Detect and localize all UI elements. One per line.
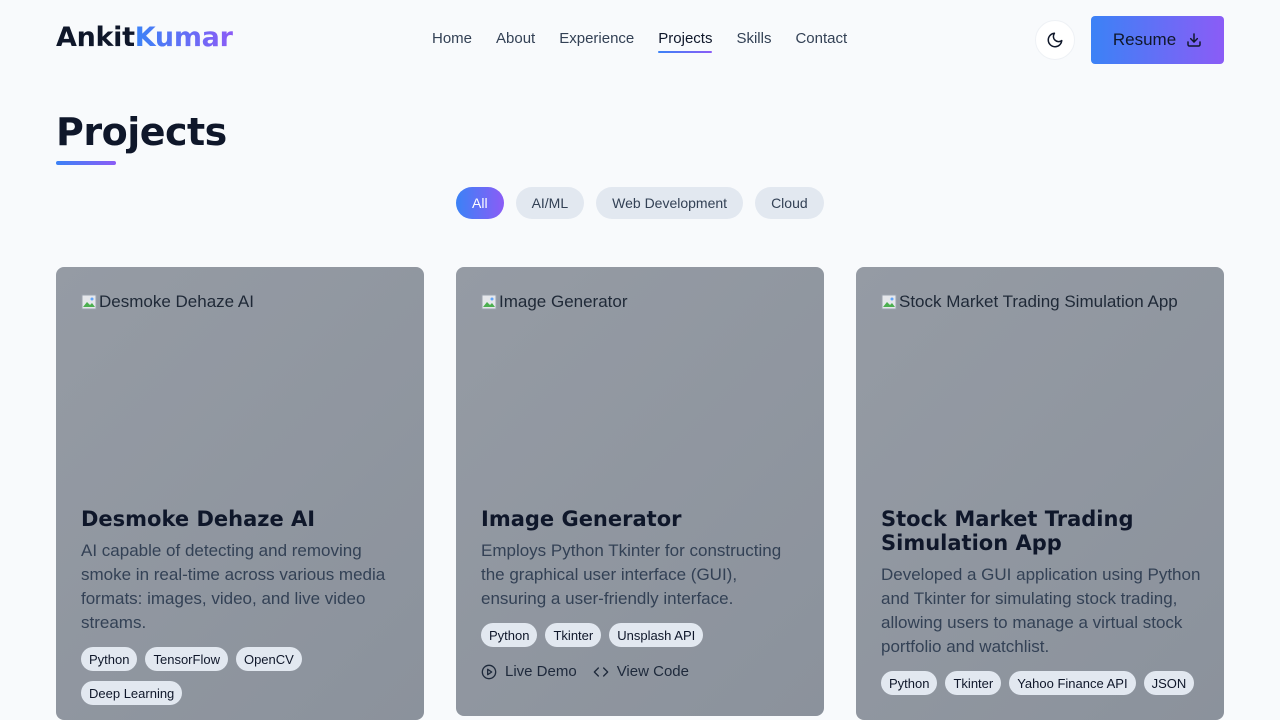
main-nav: Home About Experience Projects Skills Co… bbox=[432, 30, 847, 53]
project-tags: Python TensorFlow OpenCV Deep Learning bbox=[81, 647, 403, 705]
nav-projects[interactable]: Projects bbox=[658, 30, 713, 53]
site-header: AnkitKumar Home About Experience Project… bbox=[0, 0, 1280, 80]
download-icon bbox=[1187, 33, 1201, 47]
tech-tag: JSON bbox=[1143, 671, 1195, 695]
theme-toggle-button[interactable] bbox=[1035, 20, 1075, 60]
project-card[interactable]: Image Generator Image Generator Employs … bbox=[456, 267, 824, 716]
nav-about[interactable]: About bbox=[496, 30, 535, 53]
project-card-body: Image Generator Employs Python Tkinter f… bbox=[481, 507, 803, 680]
filter-web-development[interactable]: Web Development bbox=[596, 187, 744, 219]
live-demo-link[interactable]: Live Demo bbox=[481, 663, 577, 680]
project-card[interactable]: Stock Market Trading Simulation App Stoc… bbox=[856, 267, 1224, 720]
nav-skills[interactable]: Skills bbox=[736, 30, 771, 53]
broken-image-icon bbox=[81, 294, 97, 310]
code-icon bbox=[593, 666, 609, 677]
play-circle-icon bbox=[481, 664, 497, 679]
tech-tag: Deep Learning bbox=[81, 681, 183, 705]
project-description: Employs Python Tkinter for constructing … bbox=[481, 541, 782, 608]
tech-tag: OpenCV bbox=[235, 647, 302, 671]
resume-button[interactable]: Resume bbox=[1091, 16, 1224, 64]
tech-tag: Python bbox=[481, 623, 538, 647]
project-tags: Python Tkinter Unsplash API bbox=[481, 623, 803, 647]
project-links: Live Demo View Code bbox=[481, 663, 803, 680]
broken-image-icon bbox=[481, 294, 497, 310]
project-image-alt: Stock Market Trading Simulation App bbox=[899, 292, 1178, 311]
project-description: AI capable of detecting and removing smo… bbox=[81, 541, 386, 632]
resume-label: Resume bbox=[1112, 30, 1177, 49]
project-title: Desmoke Dehaze AI bbox=[81, 507, 316, 531]
filter-ai-ml[interactable]: AI/ML bbox=[515, 187, 585, 219]
tech-tag: TensorFlow bbox=[145, 647, 228, 671]
project-image: Image Generator bbox=[481, 292, 628, 312]
nav-contact[interactable]: Contact bbox=[795, 30, 847, 53]
project-tags: Python Tkinter Yahoo Finance API JSON bbox=[881, 671, 1203, 695]
moon-icon bbox=[1047, 32, 1063, 48]
tech-tag: Python bbox=[881, 671, 938, 695]
nav-experience[interactable]: Experience bbox=[559, 30, 634, 53]
project-title: Image Generator bbox=[481, 507, 682, 531]
project-card-body: Desmoke Dehaze AI AI capable of detectin… bbox=[81, 507, 403, 705]
view-code-link[interactable]: View Code bbox=[593, 663, 689, 680]
project-description: Developed a GUI application using Python… bbox=[881, 565, 1201, 656]
tech-tag: Tkinter bbox=[545, 623, 602, 647]
tech-tag: Tkinter bbox=[945, 671, 1002, 695]
view-code-label: View Code bbox=[616, 663, 689, 680]
nav-home[interactable]: Home bbox=[432, 30, 472, 53]
logo[interactable]: AnkitKumar bbox=[56, 22, 233, 53]
tech-tag: Python bbox=[81, 647, 138, 671]
broken-image-icon bbox=[881, 294, 897, 310]
project-image: Desmoke Dehaze AI bbox=[81, 292, 254, 312]
project-title: Stock Market Trading Simulation App bbox=[881, 507, 1134, 555]
logo-last-name: Kumar bbox=[134, 22, 233, 53]
page-title: Projects bbox=[56, 110, 227, 154]
logo-first-name: Ankit bbox=[56, 22, 135, 53]
project-image-alt: Image Generator bbox=[499, 292, 628, 311]
project-card-body: Stock Market Trading Simulation App Deve… bbox=[881, 507, 1203, 695]
project-filters: All AI/ML Web Development Cloud bbox=[456, 187, 824, 219]
title-underline bbox=[56, 161, 116, 165]
live-demo-label: Live Demo bbox=[505, 663, 577, 680]
project-image-alt: Desmoke Dehaze AI bbox=[99, 292, 254, 311]
tech-tag: Yahoo Finance API bbox=[1009, 671, 1136, 695]
filter-cloud[interactable]: Cloud bbox=[755, 187, 824, 219]
filter-all[interactable]: All bbox=[456, 187, 504, 219]
tech-tag: Unsplash API bbox=[609, 623, 704, 647]
project-card[interactable]: Desmoke Dehaze AI Desmoke Dehaze AI AI c… bbox=[56, 267, 424, 720]
project-image: Stock Market Trading Simulation App bbox=[881, 292, 1178, 312]
